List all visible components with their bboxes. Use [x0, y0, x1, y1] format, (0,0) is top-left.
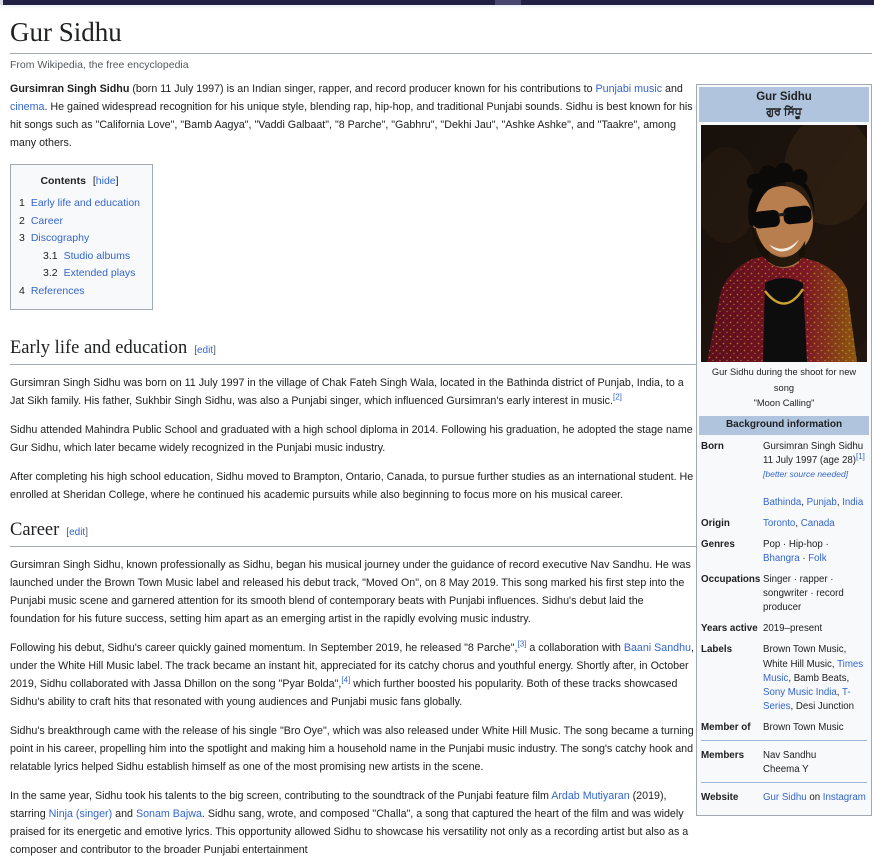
- infobox-value-member-of: Brown Town Music: [763, 721, 867, 735]
- toc-link-career[interactable]: Career: [31, 215, 63, 227]
- toc-hide-link[interactable]: hide: [96, 175, 116, 187]
- citation-link[interactable]: [1]: [856, 452, 865, 461]
- infobox-value-genres: Pop · Hip-hop · Bhangra · Folk: [763, 538, 867, 566]
- chrome-bar-segment: [495, 0, 521, 5]
- toc-item: 1Early life and education: [19, 195, 140, 213]
- text-link[interactable]: Instagram: [823, 792, 866, 803]
- infobox-value-years-active: 2019–present: [763, 622, 867, 636]
- toc-item: 4References: [19, 283, 140, 301]
- toc-item: 3.1Studio albums: [19, 248, 140, 266]
- infobox-value-origin: Toronto, Canada: [763, 517, 867, 531]
- infobox-label-occupations: Occupations: [701, 573, 758, 615]
- section-heading-career: Career[edit]: [10, 521, 696, 547]
- article-page: Gur Sidhu From Wikipedia, the free encyc…: [0, 17, 874, 859]
- toc-link-extended-plays[interactable]: Extended plays: [64, 267, 136, 279]
- text-link[interactable]: Punjab: [807, 497, 837, 508]
- text-link[interactable]: Punjabi music: [596, 83, 663, 95]
- main-column: Gursimran Singh Sidhu (born 11 July 1997…: [10, 80, 696, 859]
- browser-chrome-bar: [0, 0, 874, 5]
- toc-item: 2Career: [19, 213, 140, 231]
- text-link[interactable]: Canada: [801, 518, 835, 529]
- infobox-fields: Born Gursimran Singh Sidhu11 July 1997 (…: [699, 440, 869, 813]
- text-link[interactable]: Ninja (singer): [49, 808, 113, 820]
- text-link[interactable]: Sonam Bajwa: [136, 808, 202, 820]
- chrome-bar-segment: [0, 0, 3, 5]
- toc-link-studio-albums[interactable]: Studio albums: [64, 250, 131, 262]
- infobox-divider: [701, 740, 867, 741]
- citation-link[interactable]: [2]: [613, 392, 622, 401]
- text-link[interactable]: Baani Sandhu: [624, 642, 691, 654]
- text-link[interactable]: Bathinda: [763, 497, 801, 508]
- text-link[interactable]: Ardab Mutiyaran: [551, 790, 629, 802]
- toc-hide-toggle[interactable]: [hide]: [93, 175, 119, 187]
- infobox-label-genres: Genres: [701, 538, 758, 566]
- paragraph: Following his debut, Sidhu's career quic…: [10, 639, 696, 711]
- citation-link[interactable]: [4]: [341, 675, 350, 684]
- toc-title: Contents: [40, 175, 86, 187]
- site-tagline: From Wikipedia, the free encyclopedia: [10, 59, 872, 71]
- paragraph: Gursimran Singh Sidhu was born on 11 Jul…: [10, 374, 696, 410]
- infobox-value-website: Gur Sidhu on Instagram: [763, 791, 867, 805]
- infobox-value-occupations: Singer · rapper · songwriter · record pr…: [763, 573, 867, 615]
- section-heading-early-life: Early life and education[edit]: [10, 339, 696, 365]
- toc-link-discography[interactable]: Discography: [31, 232, 89, 244]
- section-edit-link[interactable]: [edit]: [66, 527, 88, 538]
- toc-item: 3.2Extended plays: [19, 265, 140, 283]
- text-link[interactable]: Folk: [808, 553, 826, 564]
- infobox-label-member-of: Member of: [701, 721, 758, 735]
- page-top-gradient: [0, 5, 874, 9]
- text-link[interactable]: cinema: [10, 101, 44, 113]
- artist-photo[interactable]: [701, 125, 867, 362]
- infobox-label-members: Members: [701, 749, 758, 777]
- infobox-label-labels: Labels: [701, 643, 758, 713]
- toc-link-references[interactable]: References: [31, 285, 85, 297]
- photo-caption: Gur Sidhu during the shoot for new song …: [699, 362, 869, 415]
- text-link[interactable]: Sony Music India: [763, 687, 837, 698]
- artist-photo-illustration: [701, 125, 867, 362]
- section-edit-link[interactable]: [edit]: [194, 345, 216, 356]
- text-link[interactable]: India: [842, 497, 863, 508]
- infobox-label-website: Website: [701, 791, 758, 805]
- infobox-native-name: ਗੁਰ ਸਿੱਧੂ: [701, 105, 867, 119]
- infobox-title: Gur Sidhu ਗੁਰ ਸਿੱਧੂ: [699, 87, 869, 122]
- infobox-label-years-active: Years active: [701, 622, 758, 636]
- edit-link[interactable]: edit: [197, 345, 213, 356]
- paragraph: Gursimran Singh Sidhu, known professiona…: [10, 556, 696, 628]
- lead-paragraph: Gursimran Singh Sidhu (born 11 July 1997…: [10, 80, 696, 152]
- infobox-value-born: Gursimran Singh Sidhu11 July 1997 (age 2…: [763, 440, 867, 510]
- infobox-divider: [701, 782, 867, 783]
- infobox-value-members: Nav SandhuCheema Y: [763, 749, 867, 777]
- table-of-contents: Contents [hide] 1Early life and educatio…: [10, 164, 153, 310]
- infobox-value-labels: Brown Town Music, White Hill Music, Time…: [763, 643, 867, 713]
- text-link[interactable]: Gur Sidhu: [763, 792, 807, 803]
- citation-link[interactable]: [3]: [517, 639, 526, 648]
- text-link[interactable]: Toronto: [763, 518, 795, 529]
- paragraph: After completing his high school educati…: [10, 468, 696, 504]
- text-link[interactable]: Bhangra: [763, 553, 800, 564]
- paragraph: In the same year, Sidhu took his talents…: [10, 787, 696, 859]
- article-body: Gursimran Singh Sidhu (born 11 July 1997…: [10, 80, 872, 859]
- toc-link-early-life[interactable]: Early life and education: [31, 197, 140, 209]
- infobox: Gur Sidhu ਗੁਰ ਸਿੱਧੂ: [696, 84, 872, 816]
- edit-link[interactable]: edit: [69, 527, 85, 538]
- infobox-section-header: Background information: [699, 416, 869, 435]
- infobox-label-born: Born: [701, 440, 758, 510]
- text-link[interactable]: [better source needed]: [763, 469, 848, 479]
- paragraph: Sidhu attended Mahindra Public School an…: [10, 421, 696, 457]
- toc-item: 3Discography: [19, 230, 140, 248]
- paragraph: Sidhu's breakthrough came with the relea…: [10, 722, 696, 776]
- infobox-label-origin: Origin: [701, 517, 758, 531]
- page-title: Gur Sidhu: [10, 17, 872, 54]
